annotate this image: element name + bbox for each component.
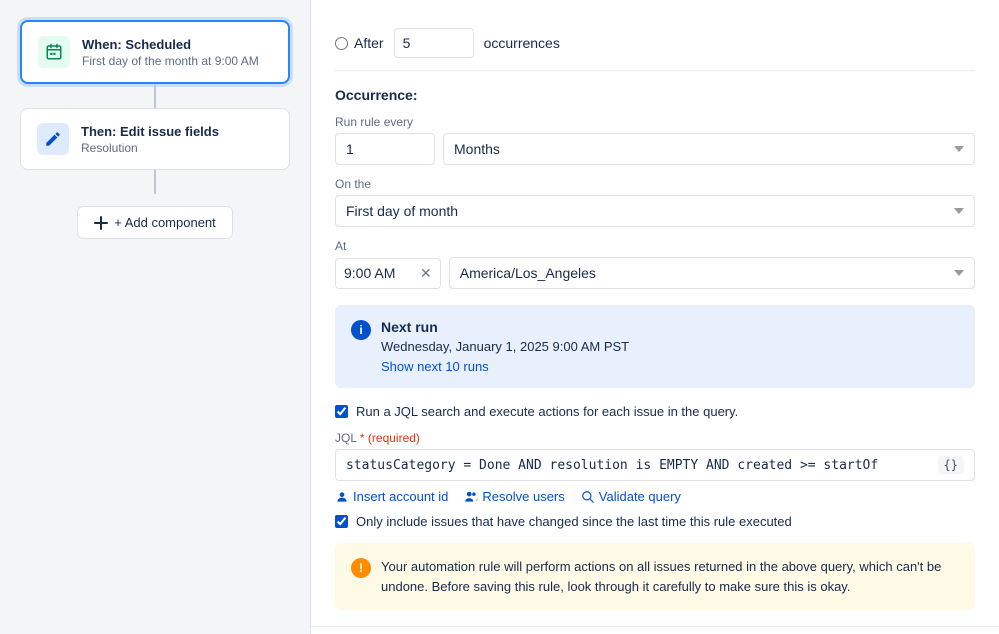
action-node-title: Then: Edit issue fields xyxy=(81,124,219,139)
search-icon xyxy=(581,490,595,504)
after-row: After occurrences xyxy=(335,16,975,71)
after-input[interactable] xyxy=(394,28,474,58)
jql-input-wrap: {} xyxy=(335,449,975,481)
after-radio-label[interactable]: After xyxy=(335,35,384,51)
timezone-select[interactable]: America/Los_Angeles America/New_York UTC xyxy=(449,257,975,289)
warning-icon: ! xyxy=(351,558,371,578)
info-icon: i xyxy=(351,320,371,340)
at-label: At xyxy=(335,239,975,253)
next-run-content: Next run Wednesday, January 1, 2025 9:00… xyxy=(381,319,629,374)
left-panel: When: Scheduled First day of the month a… xyxy=(0,0,310,634)
time-clear-button[interactable]: ✕ xyxy=(420,265,432,282)
after-label: After xyxy=(354,35,384,51)
next-run-box: i Next run Wednesday, January 1, 2025 9:… xyxy=(335,305,975,388)
jql-checkbox-label: Run a JQL search and execute actions for… xyxy=(356,404,738,419)
jql-label-text: JQL xyxy=(335,431,357,445)
action-node-subtitle: Resolution xyxy=(81,141,219,155)
trigger-node[interactable]: When: Scheduled First day of the month a… xyxy=(20,20,290,84)
at-row: ✕ America/Los_Angeles America/New_York U… xyxy=(335,257,975,289)
action-node-text: Then: Edit issue fields Resolution xyxy=(81,124,219,155)
trigger-node-icon xyxy=(38,36,70,68)
next-run-date: Wednesday, January 1, 2025 9:00 AM PST xyxy=(381,339,629,354)
after-radio[interactable] xyxy=(335,37,348,50)
warning-box: ! Your automation rule will perform acti… xyxy=(335,543,975,610)
next-run-title: Next run xyxy=(381,319,629,335)
jql-checkbox[interactable] xyxy=(335,405,348,418)
add-component-label: + Add component xyxy=(114,215,216,230)
jql-brace: {} xyxy=(938,456,964,474)
resolve-users-link[interactable]: Resolve users xyxy=(464,489,564,504)
time-input-wrap: ✕ xyxy=(335,258,441,289)
jql-actions: Insert account id Resolve users Validate… xyxy=(335,489,975,504)
only-include-row: Only include issues that have changed si… xyxy=(335,514,975,529)
only-include-checkbox[interactable] xyxy=(335,515,348,528)
right-footer: Back Next xyxy=(311,626,999,634)
insert-account-id-link[interactable]: Insert account id xyxy=(335,489,448,504)
plus-icon xyxy=(94,216,108,230)
validate-query-link[interactable]: Validate query xyxy=(581,489,681,504)
show-next-runs-link[interactable]: Show next 10 runs xyxy=(381,359,489,374)
jql-input[interactable] xyxy=(346,458,930,473)
connector-1 xyxy=(154,84,156,108)
jql-checkbox-row: Run a JQL search and execute actions for… xyxy=(335,404,975,419)
action-node-icon xyxy=(37,123,69,155)
action-node[interactable]: Then: Edit issue fields Resolution xyxy=(20,108,290,170)
person-icon xyxy=(335,490,349,504)
trigger-node-subtitle: First day of the month at 9:00 AM xyxy=(82,54,259,68)
right-panel: After occurrences Occurrence: Run rule e… xyxy=(310,0,999,634)
time-input[interactable] xyxy=(344,265,414,281)
run-rule-label: Run rule every xyxy=(335,115,975,129)
add-component-button[interactable]: + Add component xyxy=(77,206,233,239)
on-the-select[interactable]: First day of month Last day of month Spe… xyxy=(335,195,975,227)
run-rule-row: Months Days Weeks Years xyxy=(335,133,975,165)
people-icon xyxy=(464,490,478,504)
jql-label: JQL * (required) xyxy=(335,431,975,445)
on-the-label: On the xyxy=(335,177,975,191)
only-include-label: Only include issues that have changed si… xyxy=(356,514,792,529)
trigger-node-title: When: Scheduled xyxy=(82,37,259,52)
right-content: After occurrences Occurrence: Run rule e… xyxy=(311,0,999,626)
connector-2 xyxy=(154,170,156,194)
period-select[interactable]: Months Days Weeks Years xyxy=(443,133,975,165)
trigger-node-text: When: Scheduled First day of the month a… xyxy=(82,37,259,68)
occurrence-section-title: Occurrence: xyxy=(335,87,975,103)
warning-text: Your automation rule will perform action… xyxy=(381,557,959,596)
jql-required-text: * (required) xyxy=(360,431,420,445)
run-rule-input[interactable] xyxy=(335,133,435,165)
occurrences-label: occurrences xyxy=(484,35,560,51)
